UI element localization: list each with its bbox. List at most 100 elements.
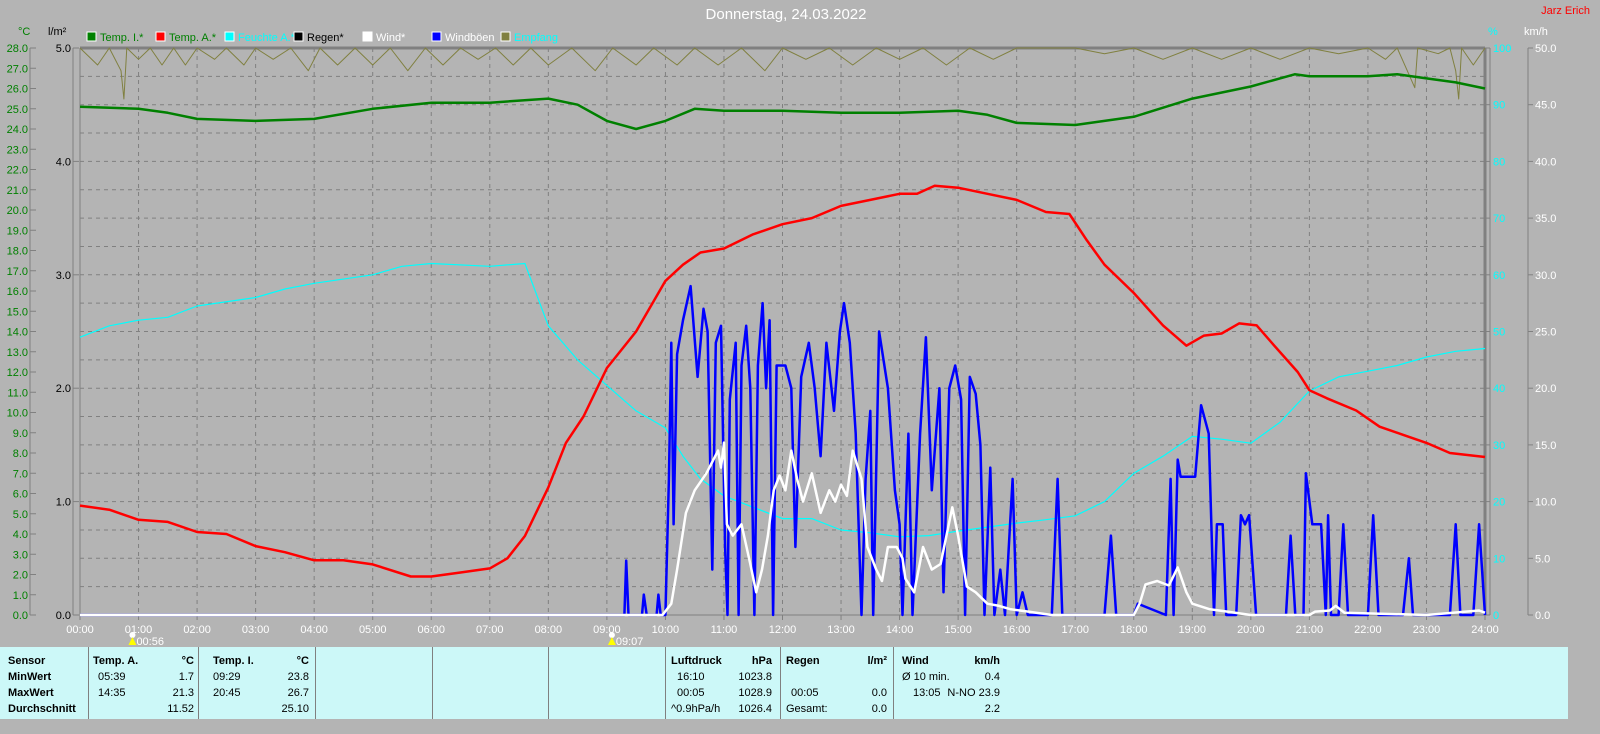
temp-a-min: 1.7 <box>178 671 194 683</box>
rain-tick-label: 2.0 <box>56 383 71 395</box>
label-min: MinWert <box>8 671 52 683</box>
stats-col-empty-2 <box>433 647 549 719</box>
temp-tick-label: 20.0 <box>7 205 28 217</box>
x-tick-label: 00:00 <box>66 624 94 636</box>
x-tick-label: 14:00 <box>886 624 914 636</box>
x-tick-label: 10:00 <box>652 624 680 636</box>
stats-table: Sensor MinWert MaxWert Durchschnitt Temp… <box>0 647 1568 719</box>
wind-tick-label: 10.0 <box>1535 497 1556 509</box>
wind-tick-label: 45.0 <box>1535 100 1556 112</box>
temp-tick-label: 21.0 <box>7 185 28 197</box>
temp-a-title: Temp. A. <box>93 655 139 667</box>
wind-tick-label: 0.0 <box>1535 610 1550 622</box>
rain-tick-label: 3.0 <box>56 270 71 282</box>
stats-col-temp-a: Temp. A. °C 05:39 1.7 14:35 21.3 11.52 <box>88 647 199 719</box>
stats-col-rain: Regen l/m² 00:05 0.0 Gesamt: 0.0 <box>781 647 894 719</box>
humidity-tick-label: 0 <box>1493 610 1499 622</box>
temp-tick-label: 2.0 <box>13 570 28 582</box>
humidity-tick-label: 50 <box>1493 327 1505 339</box>
temp-a-max: 21.3 <box>172 687 194 699</box>
x-tick-label: 09:00 <box>593 624 621 636</box>
x-tick-label: 24:00 <box>1471 624 1499 636</box>
temp-tick-label: 8.0 <box>13 448 28 460</box>
legend-label: Feuchte A.* <box>238 32 296 44</box>
x-tick-label: 19:00 <box>1179 624 1207 636</box>
pressure-max: 1028.9 <box>738 687 772 699</box>
wind-avg10-label: Ø 10 min. <box>902 671 950 683</box>
humidity-tick-label: 40 <box>1493 383 1505 395</box>
legend-swatch <box>500 31 511 42</box>
temp-tick-label: 12.0 <box>7 367 28 379</box>
event-time-label: 00:56 <box>136 636 164 647</box>
wind-avg10: 0.4 <box>984 671 1000 683</box>
rain-max-time: 00:05 <box>791 687 819 699</box>
temp-i-unit: °C <box>296 655 309 667</box>
rain-tick-label: 5.0 <box>56 43 71 55</box>
temp-tick-label: 3.0 <box>13 549 28 561</box>
temp-tick-label: 7.0 <box>13 468 28 480</box>
temp-tick-label: 24.0 <box>7 124 28 136</box>
wind-title: Wind <box>902 655 929 667</box>
label-max: MaxWert <box>8 687 54 699</box>
wind-tick-label: 25.0 <box>1535 327 1556 339</box>
wind-tick-label: 15.0 <box>1535 440 1556 452</box>
temp-a-unit: °C <box>181 655 194 667</box>
x-tick-label: 21:00 <box>1296 624 1324 636</box>
legend-label: Wind* <box>376 32 406 44</box>
temp-tick-label: 15.0 <box>7 306 28 318</box>
humidity-tick-label: 80 <box>1493 156 1505 168</box>
wind-tick-label: 35.0 <box>1535 213 1556 225</box>
temp-tick-label: 1.0 <box>13 590 28 602</box>
legend-swatch <box>362 31 373 42</box>
temp-tick-label: 0.0 <box>13 610 28 622</box>
temp-tick-label: 28.0 <box>7 43 28 55</box>
wind-unit: km/h <box>974 655 1000 667</box>
wind-avg: 2.2 <box>984 703 1000 715</box>
humidity-axis-label: % <box>1488 26 1498 38</box>
rain-tick-label: 1.0 <box>56 497 71 509</box>
rain-total-label: Gesamt: <box>786 703 828 715</box>
wind-max-time: 13:05 <box>913 687 941 699</box>
legend-swatch <box>86 31 97 42</box>
event-marker-icon <box>128 637 137 645</box>
legend-swatch <box>431 31 442 42</box>
pressure-trend: ^0.9hPa/h <box>671 703 721 715</box>
temp-tick-label: 23.0 <box>7 144 28 156</box>
temp-tick-label: 11.0 <box>7 387 28 399</box>
humidity-tick-label: 20 <box>1493 497 1505 509</box>
temp-tick-label: 5.0 <box>13 509 28 521</box>
temp-i-avg: 25.10 <box>281 703 309 715</box>
pressure-max-time: 00:05 <box>677 687 705 699</box>
rain-max: 0.0 <box>871 687 887 699</box>
legend-label: Temp. A.* <box>169 32 217 44</box>
legend-swatch <box>155 31 166 42</box>
x-tick-label: 12:00 <box>769 624 797 636</box>
x-tick-label: 02:00 <box>183 624 211 636</box>
temp-tick-label: 13.0 <box>7 347 28 359</box>
temp-i-title: Temp. I. <box>213 655 254 667</box>
wind-tick-label: 5.0 <box>1535 553 1550 565</box>
x-tick-label: 05:00 <box>359 624 387 636</box>
humidity-tick-label: 90 <box>1493 100 1505 112</box>
rain-axis-label: l/m² <box>48 26 67 38</box>
stats-col-pressure: Luftdruck hPa 16:10 1023.8 00:05 1028.9 … <box>666 647 781 719</box>
temp-tick-label: 9.0 <box>13 428 28 440</box>
legend-label: Windböen <box>445 32 495 44</box>
pressure-title: Luftdruck <box>671 655 722 667</box>
temp-a-min-time: 05:39 <box>98 671 126 683</box>
x-tick-label: 13:00 <box>827 624 855 636</box>
rain-title: Regen <box>786 655 820 667</box>
x-tick-label: 22:00 <box>1354 624 1382 636</box>
temp-tick-label: 19.0 <box>7 225 28 237</box>
temp-tick-label: 17.0 <box>7 266 28 278</box>
pressure-min-time: 16:10 <box>677 671 705 683</box>
wind-tick-label: 20.0 <box>1535 383 1556 395</box>
x-tick-label: 08:00 <box>535 624 563 636</box>
x-tick-label: 03:00 <box>242 624 270 636</box>
x-tick-label: 16:00 <box>1003 624 1031 636</box>
temp-tick-label: 14.0 <box>7 327 28 339</box>
x-tick-label: 07:00 <box>476 624 504 636</box>
x-tick-label: 01:00 <box>125 624 153 636</box>
x-tick-label: 06:00 <box>417 624 445 636</box>
temp-tick-label: 22.0 <box>7 165 28 177</box>
